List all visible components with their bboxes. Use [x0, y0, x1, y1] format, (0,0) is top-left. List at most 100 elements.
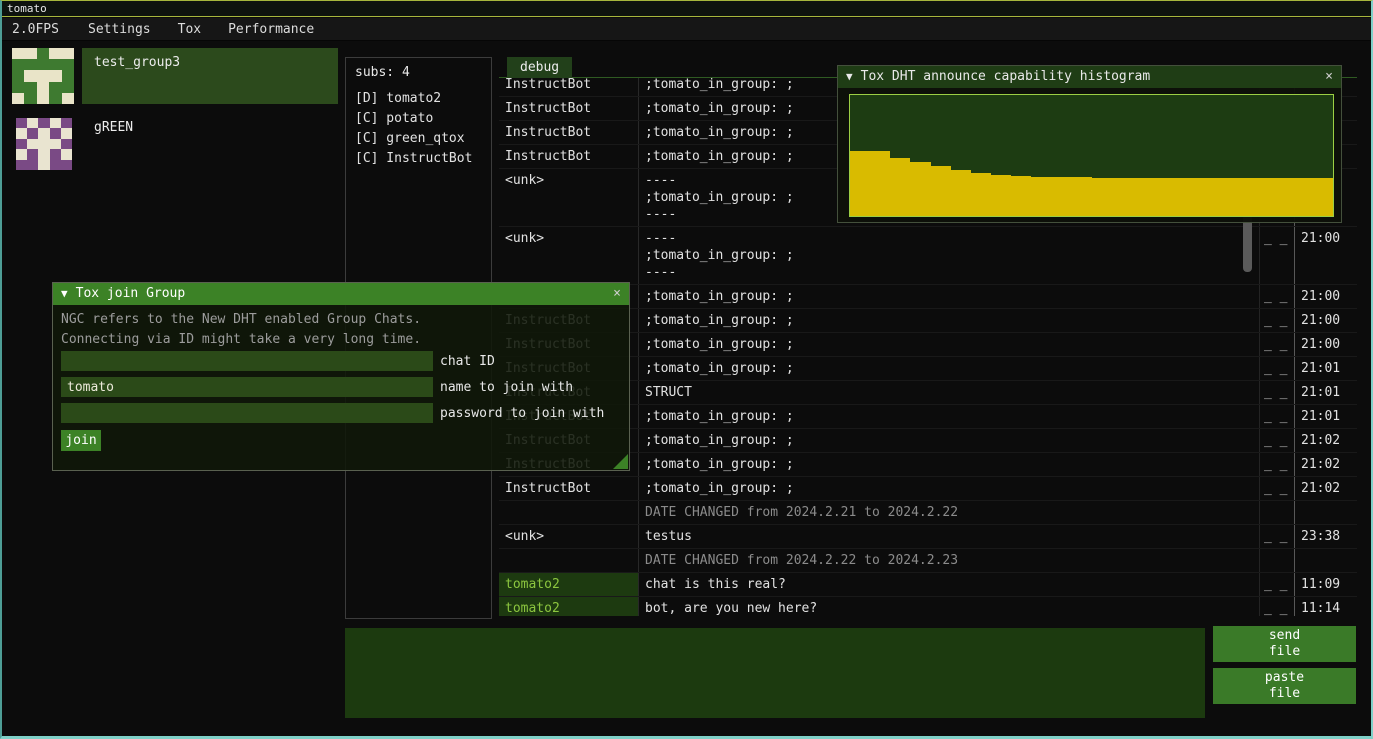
chat-cell-flags: _ _: [1260, 405, 1295, 428]
chat-cell-flags: _ _: [1260, 285, 1295, 308]
subs-list-item[interactable]: [C] InstructBot: [346, 149, 491, 169]
chat-cell-msg: bot, are you new here?: [639, 597, 1260, 616]
subs-list: [D] tomato2[C] potato[C] green_qtox[C] I…: [346, 89, 491, 169]
join-window-title: Tox join Group: [76, 283, 186, 305]
collapse-icon[interactable]: ▼: [846, 66, 853, 88]
histogram-bar: [1313, 178, 1333, 216]
subs-list-item[interactable]: [C] potato: [346, 109, 491, 129]
join-button[interactable]: join: [61, 430, 101, 451]
histogram-bar: [1031, 177, 1051, 216]
chat-cell-msg: STRUCT: [639, 381, 1260, 404]
close-icon[interactable]: ×: [1325, 66, 1333, 88]
chat-cell-flags: _ _: [1260, 357, 1295, 380]
chat-cell-flags: _ _: [1260, 429, 1295, 452]
close-icon[interactable]: ×: [613, 283, 621, 305]
chat-cell-flags: _ _: [1260, 597, 1295, 616]
subs-list-item[interactable]: [D] tomato2: [346, 89, 491, 109]
join-password-input[interactable]: [61, 403, 433, 423]
join-password-label: password to join with: [440, 406, 604, 421]
window-titlebar: tomato: [2, 1, 1371, 17]
menu-settings[interactable]: Settings: [88, 22, 151, 37]
collapse-icon[interactable]: ▼: [61, 283, 68, 305]
resize-grip[interactable]: [613, 454, 628, 469]
menu-tox[interactable]: Tox: [178, 22, 201, 37]
chat-cell-name: InstructBot: [499, 97, 639, 120]
chat-cell-msg: ;tomato_in_group: ;: [639, 405, 1260, 428]
chat-cell-flags: _ _: [1260, 309, 1295, 332]
chat-cell-time: 21:01: [1295, 405, 1357, 428]
chat-message-row: <unk>---- ;tomato_in_group: ; ----_ _21:…: [499, 227, 1357, 285]
chat-cell-flags: _ _: [1260, 525, 1295, 548]
histogram-window-title: Tox DHT announce capability histogram: [861, 66, 1151, 88]
paste-file-button[interactable]: paste file: [1213, 668, 1356, 704]
chat-cell-name: <unk>: [499, 169, 639, 226]
chat-cell-name: tomato2: [499, 597, 639, 616]
group-avatar-icon: [16, 118, 72, 170]
group-item-test-group3[interactable]: test_group3: [2, 46, 342, 106]
tab-debug[interactable]: debug: [507, 57, 572, 78]
histogram-bar: [1092, 178, 1112, 216]
subs-list-item[interactable]: [C] green_qtox: [346, 129, 491, 149]
histogram-bar: [1152, 178, 1172, 216]
chat-cell-msg: ;tomato_in_group: ;: [639, 477, 1260, 500]
chat-cell-name: InstructBot: [499, 145, 639, 168]
chat-cell-name: InstructBot: [499, 477, 639, 500]
histogram-bar: [931, 166, 951, 216]
join-window-titlebar[interactable]: ▼ Tox join Group ×: [53, 283, 629, 305]
menu-performance[interactable]: Performance: [228, 22, 314, 37]
chat-cell-time: 21:02: [1295, 453, 1357, 476]
field-row: chat ID: [61, 351, 495, 371]
field-row: name to join with: [61, 377, 573, 397]
histogram-bar: [1253, 178, 1273, 216]
chat-cell-time: 21:00: [1295, 285, 1357, 308]
chat-cell-time: [1295, 501, 1357, 524]
histogram-bar: [1172, 178, 1192, 216]
fps-counter: 2.0FPS: [12, 22, 88, 37]
chat-cell-msg: ;tomato_in_group: ;: [639, 357, 1260, 380]
chat-message-row: tomato2bot, are you new here?_ _11:14: [499, 597, 1357, 616]
histogram-bar: [1273, 178, 1293, 216]
join-window-body: NGC refers to the New DHT enabled Group …: [53, 305, 629, 470]
chat-cell-time: 21:00: [1295, 227, 1357, 284]
histogram-bar: [991, 175, 1011, 216]
chat-cell-time: 11:14: [1295, 597, 1357, 616]
send-file-button[interactable]: send file: [1213, 626, 1356, 662]
chat-cell-name: InstructBot: [499, 78, 639, 96]
chat-cell-msg: ;tomato_in_group: ;: [639, 333, 1260, 356]
chat-message-row: tomato2chat is this real?_ _11:09: [499, 573, 1357, 597]
chat-cell-time: 23:38: [1295, 525, 1357, 548]
histogram-bar: [1011, 176, 1031, 216]
chat-id-input[interactable]: [61, 351, 433, 371]
ngc-info-line: NGC refers to the New DHT enabled Group …: [61, 312, 421, 327]
chat-cell-msg: DATE CHANGED from 2024.2.22 to 2024.2.23: [639, 549, 1260, 572]
chat-cell-flags: _ _: [1260, 477, 1295, 500]
group-name: test_group3: [94, 55, 180, 70]
chat-cell-msg: ;tomato_in_group: ;: [639, 453, 1260, 476]
histogram-bar: [1112, 178, 1132, 216]
chat-cell-name: [499, 501, 639, 524]
histogram-bar: [870, 151, 890, 216]
chat-cell-name: <unk>: [499, 227, 639, 284]
chat-cell-time: [1295, 549, 1357, 572]
histogram-plot: [849, 94, 1334, 217]
chat-cell-flags: _ _: [1260, 227, 1295, 284]
histogram-bar: [1212, 178, 1232, 216]
histogram-window-titlebar[interactable]: ▼ Tox DHT announce capability histogram …: [838, 66, 1341, 88]
menu-bar: 2.0FPS Settings Tox Performance: [2, 18, 1371, 41]
chat-cell-time: 21:00: [1295, 309, 1357, 332]
histogram-bar: [1051, 177, 1071, 216]
chat-message-row: <unk>testus_ _23:38: [499, 525, 1357, 549]
chat-cell-time: 21:01: [1295, 381, 1357, 404]
histogram-bar: [1293, 178, 1313, 216]
chat-cell-time: 11:09: [1295, 573, 1357, 596]
chat-cell-time: 21:02: [1295, 429, 1357, 452]
group-item-green[interactable]: gREEN: [2, 116, 342, 172]
chat-cell-flags: [1260, 501, 1295, 524]
chat-cell-msg: chat is this real?: [639, 573, 1260, 596]
chat-cell-flags: _ _: [1260, 453, 1295, 476]
join-name-input[interactable]: [61, 377, 433, 397]
subs-count-label: subs: 4: [355, 65, 491, 80]
chat-cell-flags: _ _: [1260, 573, 1295, 596]
histogram-bar: [971, 173, 991, 216]
message-input[interactable]: [345, 628, 1205, 718]
